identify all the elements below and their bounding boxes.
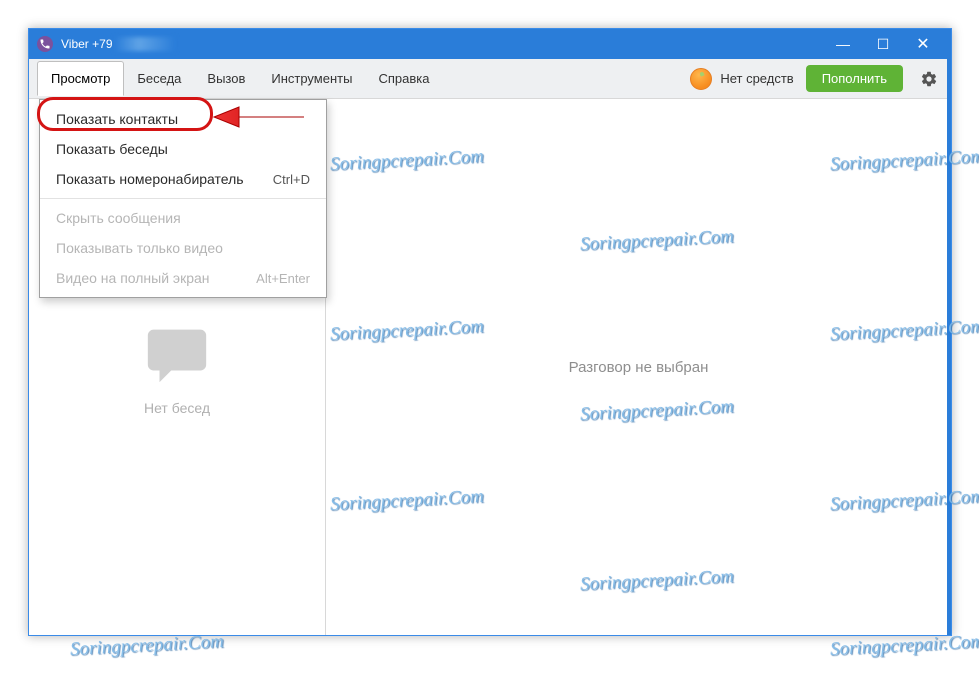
viber-icon [37, 36, 53, 52]
balance-text: Нет средств [720, 71, 793, 86]
menu-help[interactable]: Справка [365, 62, 442, 95]
app-window: Viber +79 — ☐ ✕ Просмотр Беседа Вызов Ин… [28, 28, 952, 636]
menu-call[interactable]: Вызов [194, 62, 258, 95]
right-border [947, 59, 951, 635]
no-chats-icon [142, 318, 212, 388]
topup-button[interactable]: Пополнить [806, 65, 903, 92]
menu-bar: Просмотр Беседа Вызов Инструменты Справк… [29, 59, 951, 99]
menu-view[interactable]: Просмотр [37, 61, 124, 96]
dd-show-chats[interactable]: Показать беседы [40, 134, 326, 164]
dd-label: Показывать только видео [56, 240, 223, 256]
main-panel: Разговор не выбран [326, 99, 951, 635]
window-title: Viber +79 [61, 37, 113, 51]
title-obscured [115, 37, 175, 51]
dd-video-only: Показывать только видео [40, 233, 326, 263]
dd-shortcut: Ctrl+D [273, 172, 310, 187]
minimize-button[interactable]: — [823, 29, 863, 59]
window-controls: — ☐ ✕ [823, 29, 943, 59]
title-bar: Viber +79 — ☐ ✕ [29, 29, 951, 59]
settings-button[interactable] [915, 65, 943, 93]
dd-hide-messages: Скрыть сообщения [40, 203, 326, 233]
no-conversation-text: Разговор не выбран [569, 359, 709, 376]
menu-tools[interactable]: Инструменты [258, 62, 365, 95]
no-chats-text: Нет бесед [144, 400, 210, 416]
dd-show-contacts[interactable]: Показать контакты [40, 104, 326, 134]
dd-label: Видео на полный экран [56, 270, 210, 286]
menu-chat[interactable]: Беседа [124, 62, 194, 95]
dd-separator [40, 198, 326, 199]
dd-label: Скрыть сообщения [56, 210, 181, 226]
dd-label: Показать номеронабиратель [56, 171, 244, 187]
dd-label: Показать беседы [56, 141, 168, 157]
balance-area: Нет средств [690, 68, 793, 90]
dd-show-dialer[interactable]: Показать номеронабиратель Ctrl+D [40, 164, 326, 194]
view-dropdown: Показать контакты Показать беседы Показа… [39, 99, 327, 298]
maximize-button[interactable]: ☐ [863, 29, 903, 59]
dd-fullscreen-video: Видео на полный экран Alt+Enter [40, 263, 326, 293]
close-button[interactable]: ✕ [903, 29, 943, 59]
dd-label: Показать контакты [56, 111, 178, 127]
gear-icon [920, 70, 938, 88]
viber-out-icon [690, 68, 712, 90]
dd-shortcut: Alt+Enter [256, 271, 310, 286]
